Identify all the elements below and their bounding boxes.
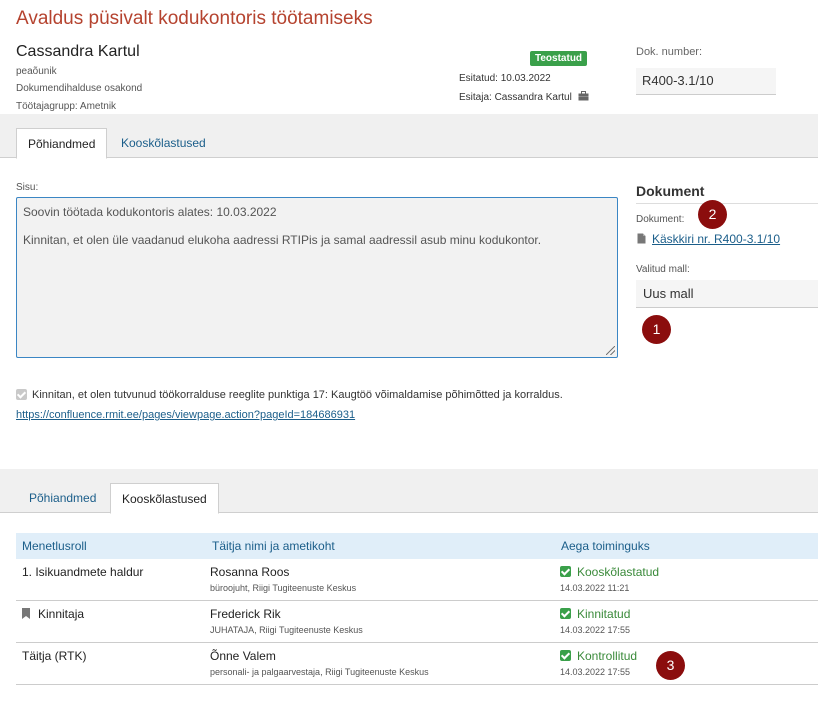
document-number-label: Dok. number: <box>636 46 703 58</box>
document-label: Dokument: <box>636 214 685 225</box>
check-icon <box>560 650 571 661</box>
person-position: peaõunik <box>16 66 57 77</box>
submitted-date: Esitatud: 10.03.2022 <box>459 73 551 84</box>
check-icon <box>560 566 571 577</box>
row-status: Kinnitatud <box>560 607 630 621</box>
person-employee-group: Töötajagrupp: Ametnik <box>16 101 117 112</box>
document-link-text: Käskkiri nr. R400-3.1/10 <box>652 232 781 246</box>
table-row: Kinnitaja Frederick Rik JUHATAJA, Riigi … <box>16 601 818 643</box>
row-time: 14.03.2022 17:55 <box>560 667 631 677</box>
row-name: Frederick Rik <box>210 607 281 621</box>
table-row: Täitja (RTK) Õnne Valem personali- ja pa… <box>16 643 818 685</box>
briefcase-icon <box>578 91 589 104</box>
status-badge: Teostatud <box>530 51 588 66</box>
row-time: 14.03.2022 11:21 <box>560 583 630 593</box>
page-title: Avaldus püsivalt kodukontoris töötamisek… <box>16 8 373 29</box>
confirmation-checkbox[interactable] <box>16 389 27 400</box>
confirmation-row: Kinnitan, et olen tutvunud töökorralduse… <box>16 389 563 401</box>
row-status-text: Kooskõlastatud <box>577 565 660 579</box>
table-header: Menetlusroll Täitja nimi ja ametikoht Ae… <box>16 533 818 559</box>
submitter-line: Esitaja: Cassandra Kartul <box>459 91 589 104</box>
row-time: 14.03.2022 17:55 <box>560 625 631 635</box>
row-name: Rosanna Roos <box>210 565 290 579</box>
content-line-1: Soovin töötada kodukontoris alates: 10.0… <box>23 205 277 219</box>
content-label: Sisu: <box>16 182 39 193</box>
marker-3: 3 <box>656 651 685 680</box>
row-status-text: Kinnitatud <box>577 607 631 621</box>
approvals-table: Menetlusroll Täitja nimi ja ametikoht Ae… <box>16 533 818 685</box>
tab-kooskolastused[interactable]: Kooskõlastused <box>110 128 217 159</box>
tab-pohiandmed[interactable]: Põhiandmed <box>16 128 108 159</box>
row-name: Õnne Valem <box>210 649 276 663</box>
submitter-text: Esitaja: Cassandra Kartul <box>459 92 572 103</box>
confirmation-text: Kinnitan, et olen tutvunud töökorralduse… <box>32 389 563 401</box>
marker-1: 1 <box>642 315 671 344</box>
document-link[interactable]: Käskkiri nr. R400-3.1/10 <box>637 232 780 247</box>
row-role: 1. Isikuandmete haldur <box>22 565 144 579</box>
row-position: JUHATAJA, Riigi Tugiteenuste Keskus <box>210 625 363 635</box>
row-role: Kinnitaja <box>22 607 84 622</box>
content-line-2: Kinnitan, et olen üle vaadanud elukoha a… <box>23 233 542 247</box>
table-row: 1. Isikuandmete haldur Rosanna Roos büro… <box>16 559 818 601</box>
header-role: Menetlusroll <box>22 539 87 553</box>
tab-kooskolastused-bottom[interactable]: Kooskõlastused <box>110 483 219 514</box>
tab-pohiandmed-bottom[interactable]: Põhiandmed <box>18 483 107 514</box>
document-number-field[interactable]: R400-3.1/10 <box>636 68 776 95</box>
person-name: Cassandra Kartul <box>16 43 140 60</box>
divider <box>636 203 818 204</box>
row-status-text: Kontrollitud <box>577 649 638 663</box>
confluence-link[interactable]: https://confluence.rmit.ee/pages/viewpag… <box>16 409 355 421</box>
header-name: Täitja nimi ja ametikoht <box>212 539 335 553</box>
template-field[interactable]: Uus mall <box>636 280 818 308</box>
document-icon <box>637 233 646 247</box>
header-time: Aega toiminguks <box>561 539 650 553</box>
row-role-text: Kinnitaja <box>38 607 85 621</box>
row-position: büroojuht, Riigi Tugiteenuste Keskus <box>210 583 357 593</box>
person-department: Dokumendihalduse osakond <box>16 83 143 94</box>
check-icon <box>560 608 571 619</box>
row-role: Täitja (RTK) <box>22 649 87 663</box>
top-tabbar: Põhiandmed Kooskõlastused <box>0 114 818 159</box>
row-status: Kontrollitud <box>560 649 637 663</box>
row-status: Kooskõlastatud <box>560 565 659 579</box>
resize-handle[interactable] <box>606 346 615 355</box>
document-heading: Dokument <box>636 183 705 199</box>
template-label: Valitud mall: <box>636 264 690 275</box>
bookmark-icon <box>22 608 30 622</box>
row-position: personali- ja palgaarvestaja, Riigi Tugi… <box>210 667 429 677</box>
marker-2: 2 <box>698 200 727 229</box>
bottom-tabbar: Põhiandmed Kooskõlastused <box>0 469 818 514</box>
content-textarea[interactable]: Soovin töötada kodukontoris alates: 10.0… <box>16 197 618 358</box>
